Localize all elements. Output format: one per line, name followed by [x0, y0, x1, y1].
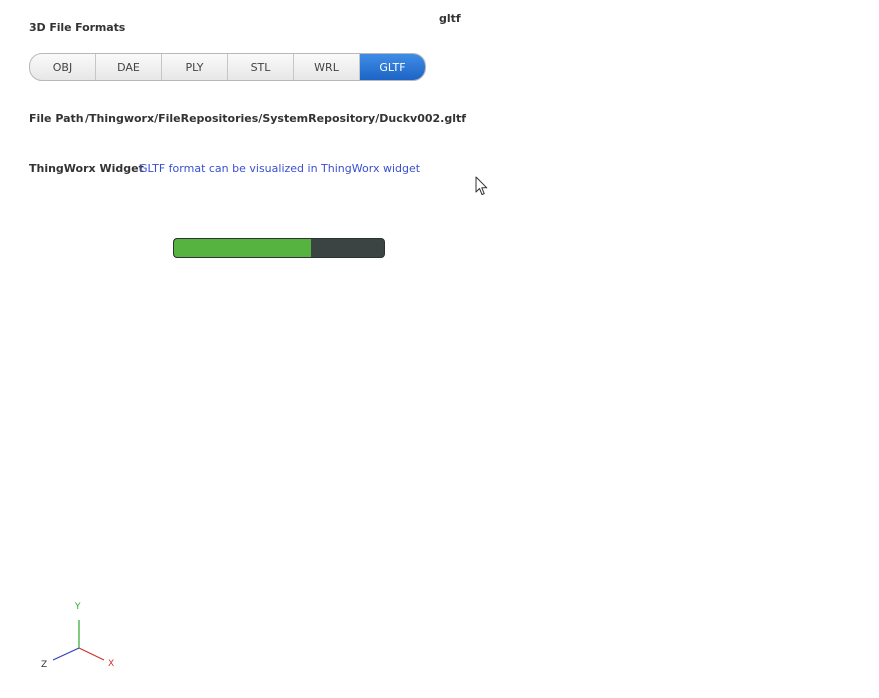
file-path-label: File Path: [29, 112, 84, 125]
z-axis-label: Z: [41, 660, 47, 670]
axes-gizmo: Y X Z: [41, 602, 114, 670]
loading-progress-bar: [173, 238, 385, 258]
file-format-selector[interactable]: OBJ DAE PLY STL WRL GLTF: [29, 53, 426, 81]
z-axis-line: [52, 647, 80, 661]
selected-format-label: gltf: [439, 12, 461, 25]
x-axis-label: X: [108, 659, 114, 669]
format-option-ply[interactable]: PLY: [162, 54, 228, 80]
section-title: 3D File Formats: [29, 21, 126, 34]
widget-link[interactable]: GLTF format can be visualized in ThingWo…: [139, 162, 420, 175]
y-axis-label: Y: [74, 602, 81, 612]
format-option-obj[interactable]: OBJ: [30, 54, 96, 80]
format-option-dae[interactable]: DAE: [96, 54, 162, 80]
mouse-pointer-icon: [475, 176, 488, 195]
progress-fill: [174, 239, 311, 257]
widget-label: ThingWorx Widget: [29, 162, 144, 175]
format-option-stl[interactable]: STL: [228, 54, 294, 80]
format-option-wrl[interactable]: WRL: [294, 54, 360, 80]
x-axis-line: [78, 647, 105, 661]
file-path-value: /Thingworx/FileRepositories/SystemReposi…: [85, 112, 467, 125]
format-option-gltf[interactable]: GLTF: [360, 54, 425, 80]
